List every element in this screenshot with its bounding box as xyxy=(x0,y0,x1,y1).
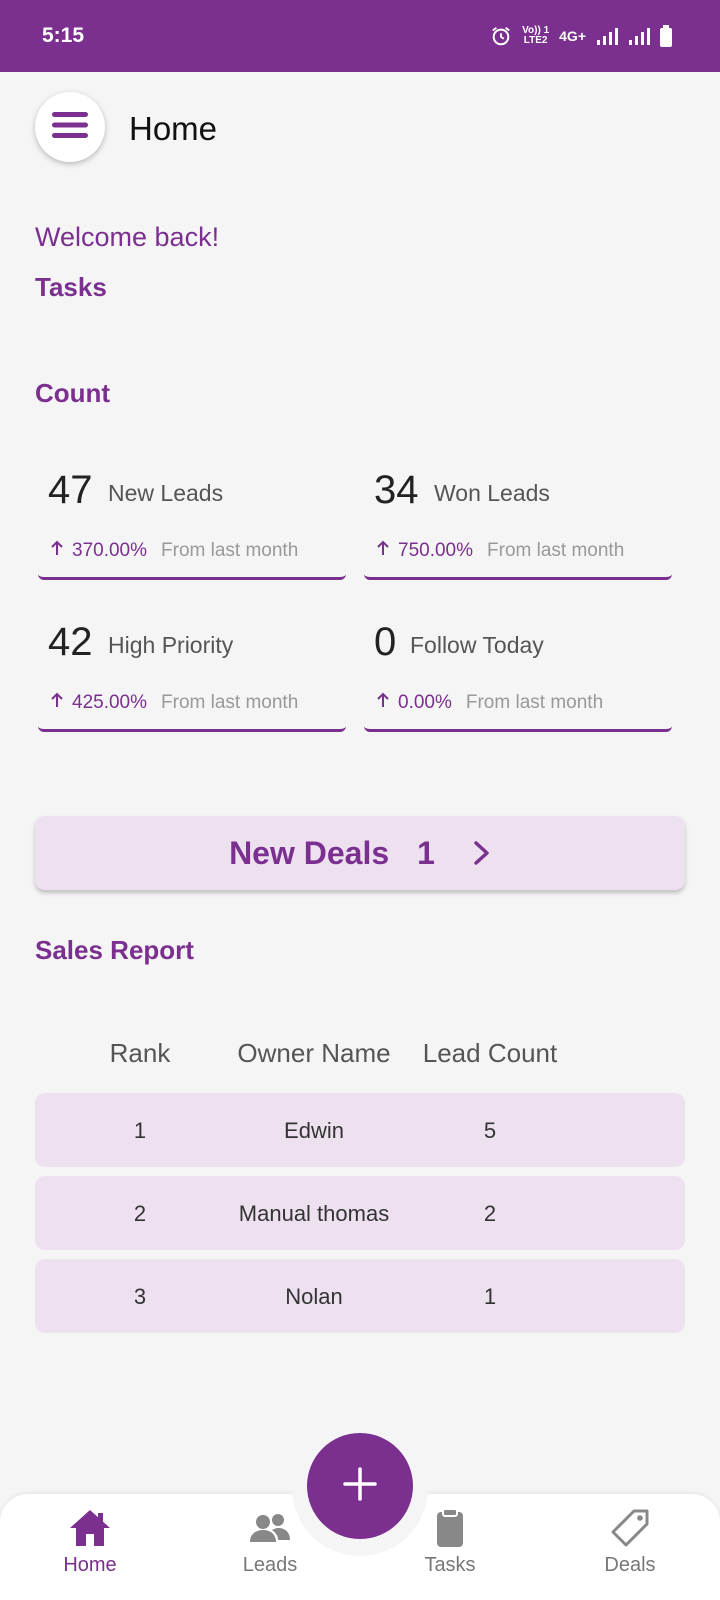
page-title: Home xyxy=(129,110,218,147)
stat-value: 0 xyxy=(374,620,397,664)
stat-value: 34 xyxy=(374,468,419,512)
nav-label: Leads xyxy=(242,1554,298,1576)
signal-icon xyxy=(596,27,618,45)
stat-trend: 370.00% From last month xyxy=(50,540,298,562)
arrow-up-icon xyxy=(50,540,64,562)
arrow-up-icon xyxy=(50,692,64,714)
new-deals-label: New Deals xyxy=(229,834,390,871)
stat-trend: 425.00% From last month xyxy=(50,692,298,714)
network-type: 4G+ xyxy=(559,28,586,44)
new-deals-button[interactable]: New Deals 1 xyxy=(35,816,685,890)
stat-from-text: From last month xyxy=(161,692,299,713)
stat-card-high-priority[interactable]: 42 High Priority 425.00% From last month xyxy=(38,608,346,732)
nav-deals[interactable]: Deals xyxy=(570,1508,690,1577)
volte-bottom-text: LTE2 xyxy=(523,35,548,46)
stat-from-text: From last month xyxy=(487,540,625,561)
row-rank: 3 xyxy=(133,1284,147,1309)
home-icon xyxy=(30,1508,150,1548)
row-owner: Nolan xyxy=(285,1284,343,1309)
stat-label: High Priority xyxy=(108,632,234,658)
tag-icon xyxy=(570,1508,690,1548)
signal-icon-2 xyxy=(628,27,650,45)
table-row: 3 Nolan 1 xyxy=(35,1259,685,1333)
stat-percent: 0.00% xyxy=(398,692,452,713)
status-bar: 5:15 Vo)) 1 LTE2 4G+ xyxy=(0,0,720,72)
table-row: 1 Edwin 5 xyxy=(35,1093,685,1167)
arrow-up-icon xyxy=(376,692,390,714)
stat-label: Won Leads xyxy=(434,480,550,506)
sales-report-heading: Sales Report xyxy=(35,935,194,965)
nav-label: Home xyxy=(63,1554,117,1576)
add-fab-button[interactable] xyxy=(307,1433,413,1539)
volte-indicator: Vo)) 1 LTE2 xyxy=(522,26,549,46)
stat-from-text: From last month xyxy=(465,692,604,713)
stat-percent: 370.00% xyxy=(72,540,148,561)
status-time: 5:15 xyxy=(42,24,85,47)
stat-percent: 750.00% xyxy=(398,540,474,561)
table-header: Rank Owner Name Lead Count xyxy=(0,1038,720,1074)
row-count: 2 xyxy=(483,1201,497,1226)
battery-icon xyxy=(660,25,672,47)
alarm-icon xyxy=(490,25,512,47)
new-deals-count: 1 xyxy=(417,834,435,871)
lead-count-column-header: Lead Count xyxy=(422,1038,558,1068)
count-heading: Count xyxy=(35,378,111,408)
nav-label: Tasks xyxy=(424,1554,476,1576)
row-owner: Edwin xyxy=(284,1118,344,1143)
welcome-text: Welcome back! xyxy=(35,222,220,252)
row-count: 1 xyxy=(483,1284,497,1309)
app-header: Home xyxy=(0,72,720,188)
stat-percent: 425.00% xyxy=(72,692,148,713)
row-owner: Manual thomas xyxy=(238,1201,390,1226)
stat-trend: 750.00% From last month xyxy=(376,540,624,562)
hamburger-menu-icon xyxy=(52,111,88,144)
row-count: 5 xyxy=(483,1118,497,1143)
stat-value: 47 xyxy=(48,468,93,512)
stat-from-text: From last month xyxy=(161,540,299,561)
row-rank: 1 xyxy=(133,1118,147,1143)
stat-trend: 0.00% From last month xyxy=(376,692,603,714)
arrow-up-icon xyxy=(376,540,390,562)
stat-label: New Leads xyxy=(108,480,224,506)
table-row: 2 Manual thomas 2 xyxy=(35,1176,685,1250)
status-icons: Vo)) 1 LTE2 4G+ xyxy=(490,25,672,47)
tasks-heading: Tasks xyxy=(35,272,107,302)
rank-column-header: Rank xyxy=(109,1038,171,1068)
chevron-right-icon xyxy=(473,840,491,866)
stat-card-follow-today[interactable]: 0 Follow Today 0.00% From last month xyxy=(364,608,672,732)
stat-card-won-leads[interactable]: 34 Won Leads 750.00% From last month xyxy=(364,456,672,580)
stat-value: 42 xyxy=(48,620,93,664)
nav-home[interactable]: Home xyxy=(30,1508,150,1577)
menu-button[interactable] xyxy=(35,92,105,162)
plus-icon xyxy=(342,1466,378,1507)
owner-column-header: Owner Name xyxy=(237,1038,391,1068)
row-rank: 2 xyxy=(133,1201,147,1226)
stat-card-new-leads[interactable]: 47 New Leads 370.00% From last month xyxy=(38,456,346,580)
nav-label: Deals xyxy=(604,1554,656,1576)
stat-label: Follow Today xyxy=(410,632,544,658)
